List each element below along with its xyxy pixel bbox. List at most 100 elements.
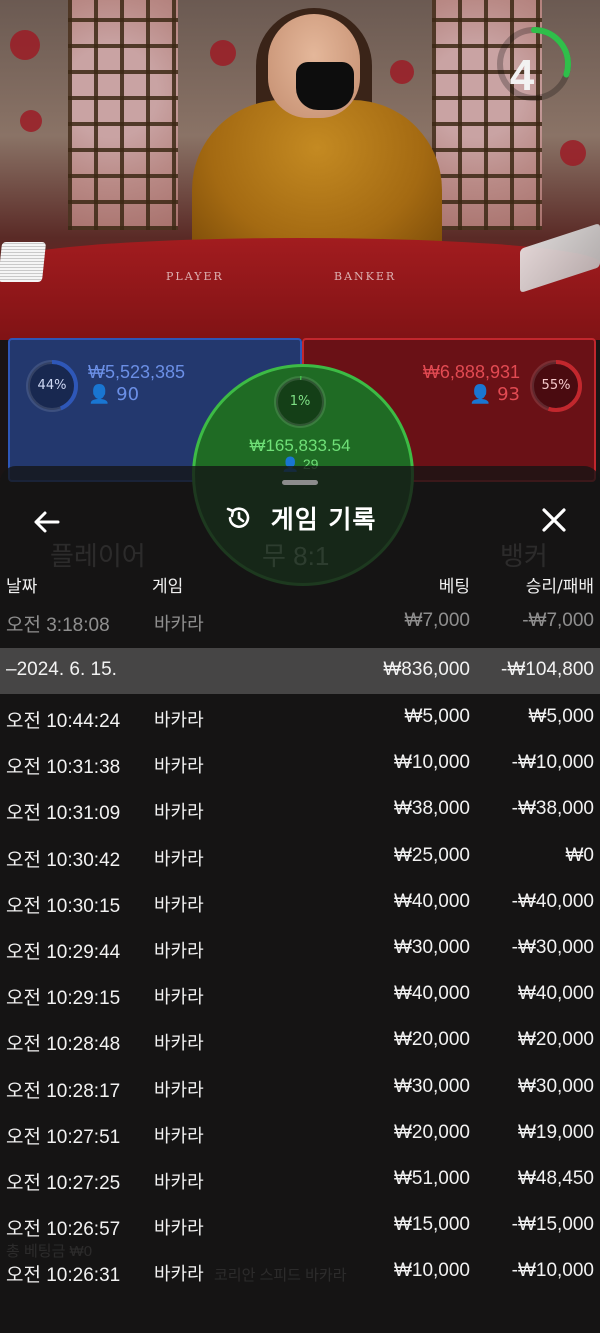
row-game: 바카라 (154, 1033, 204, 1055)
row-time: 오전 10:26:57 (6, 1219, 121, 1241)
row-result: -₩30,000 (511, 937, 594, 958)
user-icon: 👤 (468, 384, 492, 405)
sheet-drag-handle[interactable] (282, 480, 318, 485)
banker-count-value: 93 (497, 384, 520, 405)
history-row[interactable]: 오전 10:30:15 바카라 ₩40,000 -₩40,000 (0, 881, 600, 927)
row-result: -₩38,000 (511, 798, 594, 820)
baccarat-table (0, 238, 600, 340)
group-date: –2024. 6. 15. (6, 659, 117, 680)
history-row[interactable]: 오전 10:31:38 바카라 ₩10,000 -₩10,000 (0, 742, 600, 788)
ghost-tie-label: 무 8:1 (262, 541, 330, 571)
row-result: ₩20,000 (517, 1029, 594, 1051)
group-bet-total: ₩836,000 (383, 659, 470, 680)
blossom-decoration (210, 40, 236, 66)
history-row[interactable]: 오전 10:28:48 바카라 ₩20,000 ₩20,000 (0, 1019, 600, 1065)
row-time: 오전 10:30:42 (6, 849, 121, 871)
history-row[interactable]: 오전 10:29:44 바카라 ₩30,000 -₩30,000 (0, 927, 600, 973)
history-row[interactable]: 오전 10:30:42 바카라 ₩25,000 ₩0 (0, 835, 600, 881)
row-bet: ₩30,000 (393, 937, 470, 958)
sheet-title: 게임 기록 (270, 505, 377, 534)
banker-bet-amount: ₩6,888,931 (422, 362, 520, 382)
row-bet: ₩51,000 (393, 1168, 470, 1189)
row-result: ₩0 (565, 844, 595, 866)
column-header-bet[interactable]: 베팅 (439, 572, 470, 597)
player-percent: 44% (37, 378, 67, 393)
history-row[interactable]: 오전 10:26:31 바카라 ₩10,000 -₩10,000 (0, 1250, 600, 1296)
blossom-decoration (560, 140, 586, 166)
decorative-screen-left (68, 0, 178, 230)
row-result: -₩40,000 (511, 890, 594, 912)
row-game: 바카라 (154, 1079, 204, 1101)
history-row[interactable]: 오전 10:27:25 바카라 ₩51,000 ₩48,450 (0, 1158, 600, 1204)
row-result: ₩48,450 (517, 1168, 594, 1189)
row-time: 오전 10:27:25 (6, 1173, 121, 1194)
row-bet: ₩30,000 (393, 1075, 470, 1097)
countdown-timer-value: 4 (509, 51, 535, 100)
close-icon[interactable] (536, 502, 572, 538)
history-row[interactable]: 오전 10:27:51 바카라 ₩20,000 ₩19,000 (0, 1112, 600, 1158)
row-time: 오전 10:29:44 (6, 942, 121, 963)
player-count: 👤 90 (88, 384, 139, 405)
row-time: 오전 10:44:24 (6, 711, 121, 732)
group-result-total: -₩104,800 (501, 659, 594, 680)
table-label-banker: BANKER (334, 270, 397, 283)
history-row[interactable]: 오전 3:18:08 바카라 ₩7,000 -₩7,000 (0, 600, 600, 646)
row-game: 바카라 (154, 710, 204, 731)
table-label-player: PLAYER (166, 270, 224, 283)
row-bet: ₩15,000 (393, 1214, 470, 1236)
ghost-player-label: 플레이어 (50, 541, 146, 571)
dealer (192, 100, 442, 260)
row-bet: ₩10,000 (393, 1260, 470, 1282)
blossom-decoration (20, 110, 42, 132)
row-game: 바카라 (154, 1125, 204, 1147)
row-bet: ₩38,000 (393, 798, 470, 820)
row-time: 오전 10:28:17 (6, 1080, 121, 1102)
player-bet-amount: ₩5,523,385 (88, 362, 186, 382)
row-game: 바카라 (154, 1264, 204, 1286)
row-time: 오전 10:28:48 (6, 1034, 121, 1056)
row-bet: ₩25,000 (393, 844, 470, 866)
row-result: -₩10,000 (511, 1260, 594, 1282)
history-icon (226, 507, 249, 528)
tie-bet-amount: ₩165,833.54 (249, 436, 351, 455)
row-result: ₩5,000 (528, 706, 594, 727)
ghost-banker-label: 뱅커 (500, 541, 548, 571)
row-bet: ₩40,000 (393, 890, 470, 912)
row-time: 오전 10:31:09 (6, 803, 121, 825)
history-row[interactable]: 오전 10:44:24 바카라 ₩5,000 ₩5,000 (0, 696, 600, 742)
card-stack (0, 242, 47, 282)
row-bet: ₩20,000 (393, 1029, 470, 1051)
blossom-decoration (10, 30, 40, 60)
row-game: 바카라 (154, 987, 204, 1009)
row-time: 오전 10:31:38 (6, 757, 121, 779)
row-time: 오전 10:26:31 (6, 1265, 121, 1287)
column-header-result[interactable]: 승리/패배 (526, 572, 594, 597)
player-count-value: 90 (116, 384, 140, 405)
dealer-mask (296, 62, 354, 110)
row-game: 바카라 (154, 614, 204, 635)
history-row[interactable]: 오전 10:31:09 바카라 ₩38,000 -₩38,000 (0, 788, 600, 834)
row-bet: ₩40,000 (393, 983, 470, 1005)
history-row[interactable]: 오전 10:28:17 바카라 ₩30,000 ₩30,000 (0, 1066, 600, 1112)
blossom-decoration (390, 60, 414, 84)
row-game: 바카라 (154, 894, 204, 916)
row-bet: ₩20,000 (393, 1121, 470, 1143)
row-game: 바카라 (154, 802, 204, 824)
row-result: -₩10,000 (511, 752, 594, 774)
row-bet: ₩5,000 (404, 706, 470, 727)
row-time: 오전 10:29:15 (6, 988, 121, 1010)
user-icon: 👤 (88, 384, 111, 405)
banker-count: 👤 93 (469, 384, 520, 405)
row-game: 바카라 (154, 1218, 204, 1240)
tie-percent: 1% (289, 394, 311, 409)
column-header-game[interactable]: 게임 (152, 572, 183, 597)
date-group-header[interactable]: –2024. 6. 15. ₩836,000 -₩104,800 (0, 648, 600, 694)
row-bet: ₩7,000 (404, 610, 470, 631)
game-history-sheet: 플레이어 무 8:1 뱅커 코리안 스피드 바카라 총 베팅금 ₩0 게임 기록… (0, 466, 600, 1333)
row-time: 오전 3:18:08 (6, 615, 110, 636)
column-header-date[interactable]: 날짜 (6, 572, 37, 597)
history-row[interactable]: 오전 10:29:15 바카라 ₩40,000 ₩40,000 (0, 973, 600, 1019)
row-game: 바카라 (154, 941, 204, 962)
history-row[interactable]: 오전 10:26:57 바카라 ₩15,000 -₩15,000 (0, 1204, 600, 1250)
row-bet: ₩10,000 (393, 752, 470, 774)
